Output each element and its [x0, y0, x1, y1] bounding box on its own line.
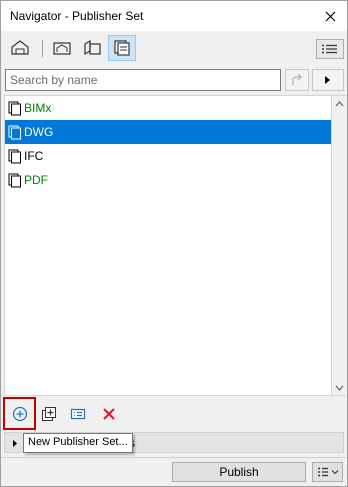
- list-item-label: BIMx: [24, 101, 52, 115]
- list-item-bimx[interactable]: BIMx: [5, 96, 331, 120]
- add-item-icon: [42, 407, 56, 421]
- hamburger-menu-icon: [322, 44, 337, 54]
- triangle-right-icon: [325, 76, 330, 84]
- window-title: Navigator - Publisher Set: [10, 9, 144, 23]
- search-row: [1, 67, 347, 95]
- publish-options-button[interactable]: [312, 462, 343, 482]
- publisher-set-list: BIMx DWG IFC PDF: [4, 95, 332, 396]
- publisher-sets-button[interactable]: [108, 35, 136, 61]
- list-item-dwg[interactable]: DWG: [5, 120, 331, 144]
- layout-book-button[interactable]: [78, 35, 106, 61]
- expand-arrow-icon[interactable]: [11, 438, 19, 448]
- arrow-up-icon: [292, 73, 302, 85]
- tooltip: New Publisher Set...: [23, 433, 133, 453]
- title-bar: Navigator - Publisher Set: [1, 1, 347, 31]
- scroll-up-icon[interactable]: [335, 99, 344, 108]
- view-map-button[interactable]: [48, 35, 76, 61]
- list-item-label: IFC: [24, 149, 44, 163]
- list-item-label: DWG: [24, 125, 54, 139]
- toolbar-divider: [42, 40, 43, 57]
- view-mode-toolbar: [1, 31, 347, 67]
- publisher-set-icon: [7, 100, 23, 116]
- navigator-panel: Navigator - Publisher Set Search by name…: [0, 0, 348, 487]
- publisher-set-icon: [7, 124, 23, 140]
- new-publisher-set-button[interactable]: [9, 403, 31, 425]
- view-map-icon: [53, 42, 71, 55]
- settings-list-icon: [70, 408, 86, 420]
- new-publisher-set-icon: [12, 406, 28, 422]
- project-map-icon: [11, 40, 29, 55]
- bottom-toolbar: [1, 401, 347, 427]
- publish-properties-button[interactable]: [67, 403, 89, 425]
- go-up-button[interactable]: [285, 69, 309, 91]
- expand-arrow-button[interactable]: [312, 69, 344, 91]
- publisher-set-icon: [7, 172, 23, 188]
- list-item-pdf[interactable]: PDF: [5, 168, 331, 192]
- navigator-menu-button[interactable]: [316, 39, 344, 59]
- list-item-label: PDF: [24, 173, 48, 187]
- publisher-set-icon: [7, 148, 23, 164]
- options-menu-icon: [317, 467, 338, 477]
- footer: Publish: [1, 457, 347, 486]
- layout-book-icon: [84, 39, 101, 56]
- scroll-down-icon[interactable]: [335, 383, 344, 392]
- publish-button[interactable]: Publish: [172, 462, 306, 482]
- list-item-ifc[interactable]: IFC: [5, 144, 331, 168]
- list-scrollbar[interactable]: [332, 95, 347, 396]
- search-input[interactable]: [5, 69, 281, 91]
- project-map-button[interactable]: [6, 35, 34, 61]
- delete-button[interactable]: [98, 403, 120, 425]
- add-item-button[interactable]: [38, 403, 60, 425]
- close-icon: [325, 11, 335, 21]
- close-button[interactable]: [319, 5, 341, 27]
- publisher-sets-icon: [114, 40, 130, 56]
- delete-icon: [103, 408, 115, 420]
